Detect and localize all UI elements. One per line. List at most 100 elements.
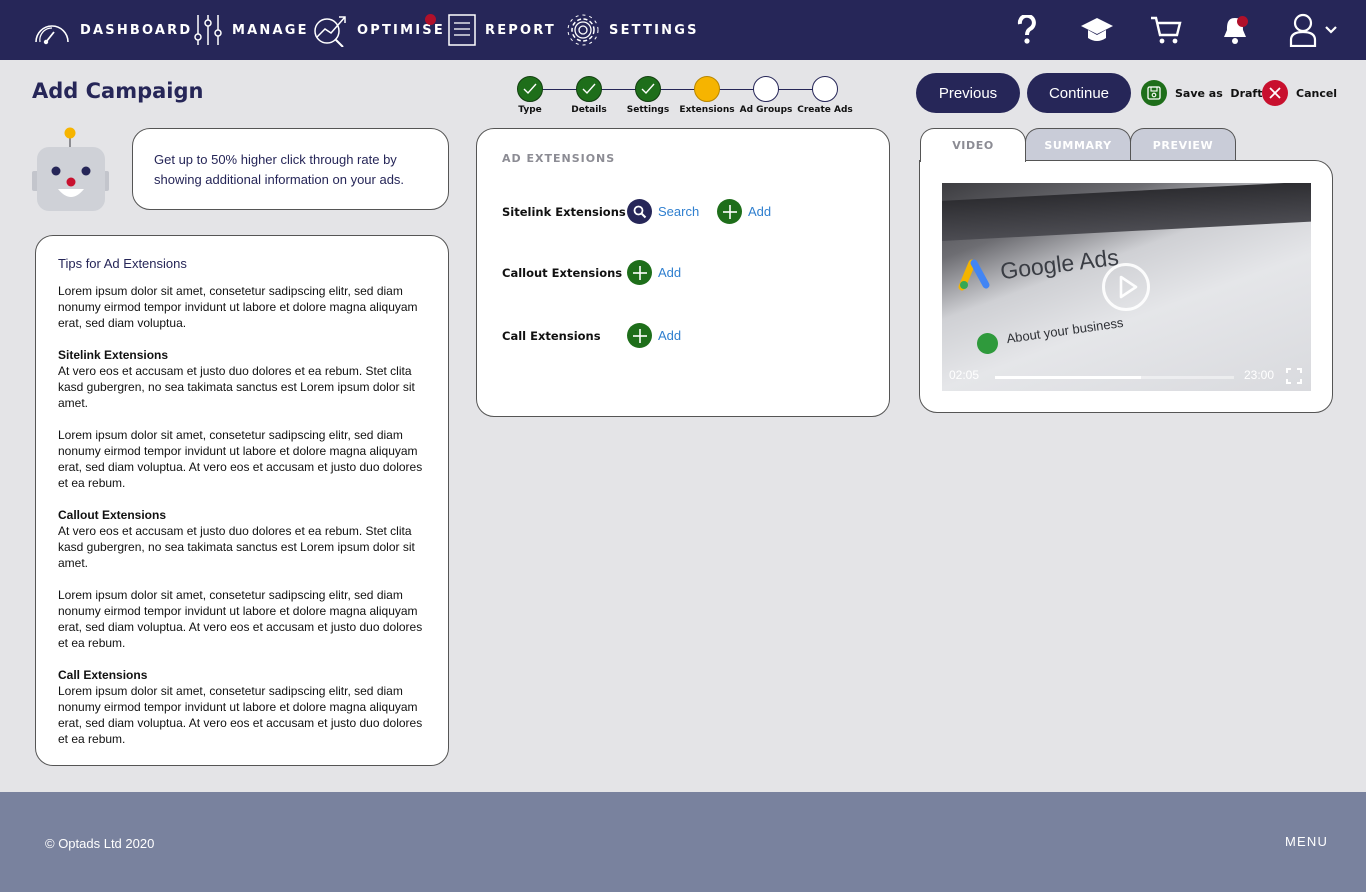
play-button[interactable] bbox=[1102, 263, 1150, 311]
speedometer-icon bbox=[35, 25, 69, 45]
step-create-ads-marker bbox=[812, 76, 838, 102]
fullscreen-button[interactable] bbox=[1286, 368, 1302, 384]
robot-assistant-icon bbox=[32, 127, 110, 218]
fullscreen-icon bbox=[1286, 368, 1302, 384]
check-icon bbox=[523, 83, 537, 95]
tips-section-heading: Callout Extensions bbox=[58, 508, 167, 522]
sitelink-add-label: Add bbox=[748, 204, 772, 219]
ad-extensions-heading: AD EXTENSIONS bbox=[502, 152, 616, 165]
nav-report[interactable]: REPORT bbox=[447, 0, 556, 60]
graduation-cap-icon bbox=[1081, 18, 1113, 41]
callout-extensions-row: Callout Extensions Add bbox=[502, 260, 882, 286]
ad-extensions-card: AD EXTENSIONS Sitelink Extensions Search… bbox=[476, 128, 890, 417]
play-icon bbox=[1119, 275, 1138, 299]
plus-icon bbox=[627, 323, 652, 348]
nav-optimise[interactable]: OPTIMISE bbox=[313, 0, 445, 60]
help-button[interactable] bbox=[1009, 12, 1045, 48]
campaign-stepper: Type Details Settings Extensions Ad Grou… bbox=[500, 76, 860, 120]
step-type-marker bbox=[517, 76, 543, 102]
tip-bubble: Get up to 50% higher click through rate … bbox=[132, 128, 449, 210]
optimise-alert-dot bbox=[425, 14, 436, 25]
video-progress-fill bbox=[995, 376, 1141, 379]
step-settings-marker bbox=[635, 76, 661, 102]
tab-video[interactable]: VIDEO bbox=[920, 128, 1026, 162]
save-draft-label: Save as Draft bbox=[1175, 86, 1263, 100]
learning-button[interactable] bbox=[1079, 12, 1115, 48]
call-extensions-row: Call Extensions Add bbox=[502, 323, 882, 349]
cart-button[interactable] bbox=[1148, 12, 1184, 48]
continue-button[interactable]: Continue bbox=[1027, 73, 1131, 113]
video-player[interactable]: Google Ads About your business 02:05 23:… bbox=[942, 183, 1311, 391]
check-circle-icon bbox=[975, 331, 1000, 356]
step-ad-groups-marker bbox=[753, 76, 779, 102]
user-icon bbox=[1289, 13, 1317, 47]
nav-settings-label: SETTINGS bbox=[609, 22, 699, 38]
nav-dashboard-label: DASHBOARD bbox=[80, 22, 193, 38]
google-ads-logo bbox=[958, 259, 990, 291]
callout-extensions-label: Callout Extensions bbox=[502, 266, 623, 280]
tip-text: Get up to 50% higher click through rate … bbox=[154, 152, 405, 187]
nav-manage[interactable]: MANAGE bbox=[192, 0, 309, 60]
tips-intro: Lorem ipsum dolor sit amet, consetetur s… bbox=[58, 284, 418, 330]
tips-section-extra: Lorem ipsum dolor sit amet, consetetur s… bbox=[58, 428, 423, 490]
tips-section-extra: Lorem ipsum dolor sit amet, consetetur s… bbox=[58, 588, 423, 650]
nav-dashboard[interactable]: DASHBOARD bbox=[32, 0, 192, 60]
call-extensions-label: Call Extensions bbox=[502, 329, 601, 343]
check-icon bbox=[582, 83, 596, 95]
callout-add-button[interactable]: Add bbox=[627, 260, 681, 285]
video-current-time: 02:05 bbox=[949, 368, 980, 382]
gear-icon bbox=[567, 14, 599, 46]
page-title: Add Campaign bbox=[32, 79, 204, 103]
plus-icon bbox=[717, 199, 742, 224]
nav-report-label: REPORT bbox=[485, 22, 556, 38]
tips-section-heading: Sitelink Extensions bbox=[58, 348, 169, 362]
sitelink-search-button[interactable]: Search bbox=[627, 199, 699, 224]
sitelink-extensions-row: Sitelink Extensions Search Add bbox=[502, 199, 882, 225]
document-icon bbox=[448, 14, 476, 46]
copyright-text: © Optads Ltd 2020 bbox=[45, 836, 155, 851]
top-navigation-bar: DASHBOARD MANAGE OPTIMISE REPORT SETTING… bbox=[0, 0, 1366, 60]
step-create-ads[interactable]: Create Ads bbox=[790, 76, 860, 115]
footer-menu-button[interactable]: MENU bbox=[1285, 834, 1328, 849]
callout-add-label: Add bbox=[658, 265, 682, 280]
tab-preview[interactable]: PREVIEW bbox=[1130, 128, 1236, 161]
check-icon bbox=[641, 83, 655, 95]
trend-chart-icon bbox=[314, 16, 346, 47]
notifications-button[interactable] bbox=[1217, 12, 1253, 48]
sitelink-extensions-label: Sitelink Extensions bbox=[502, 205, 626, 219]
tips-section-body: At vero eos et accusam et justo duo dolo… bbox=[58, 524, 415, 570]
cancel-button[interactable]: Cancel bbox=[1262, 80, 1337, 106]
help-icon bbox=[1017, 15, 1036, 44]
sitelink-search-label: Search bbox=[658, 204, 700, 219]
tips-section-heading: Call Extensions bbox=[58, 668, 148, 682]
step-extensions-marker bbox=[694, 76, 720, 102]
chevron-down-icon bbox=[1325, 26, 1337, 34]
video-total-time: 23:00 bbox=[1244, 368, 1275, 382]
video-progress-bar[interactable] bbox=[995, 376, 1234, 379]
sliders-icon bbox=[194, 15, 222, 45]
video-frame-browser-bar bbox=[942, 183, 1311, 242]
call-add-button[interactable]: Add bbox=[627, 323, 681, 348]
save-draft-button[interactable]: Save as Draft bbox=[1141, 80, 1262, 106]
step-create-ads-label: Create Ads bbox=[797, 105, 853, 115]
step-details-marker bbox=[576, 76, 602, 102]
tips-title: Tips for Ad Extensions bbox=[58, 256, 187, 271]
nav-manage-label: MANAGE bbox=[232, 22, 309, 38]
previous-button[interactable]: Previous bbox=[916, 73, 1020, 113]
tips-card: Tips for Ad Extensions Lorem ipsum dolor… bbox=[35, 235, 449, 766]
notification-alert-dot bbox=[1237, 16, 1248, 27]
sitelink-add-button[interactable]: Add bbox=[717, 199, 771, 224]
footer: © Optads Ltd 2020 MENU bbox=[0, 792, 1366, 892]
cart-icon bbox=[1151, 16, 1182, 44]
tab-summary[interactable]: SUMMARY bbox=[1025, 128, 1131, 161]
search-icon bbox=[627, 199, 652, 224]
tips-section-body: At vero eos et accusam et justo duo dolo… bbox=[58, 364, 415, 410]
nav-settings[interactable]: SETTINGS bbox=[565, 0, 699, 60]
user-menu-button[interactable] bbox=[1283, 12, 1343, 48]
tips-section-body: Lorem ipsum dolor sit amet, consetetur s… bbox=[58, 684, 423, 746]
video-caption-text: About your business bbox=[1005, 314, 1125, 347]
call-add-label: Add bbox=[658, 328, 682, 343]
plus-icon bbox=[627, 260, 652, 285]
cancel-label: Cancel bbox=[1296, 86, 1338, 100]
save-icon bbox=[1141, 80, 1167, 106]
